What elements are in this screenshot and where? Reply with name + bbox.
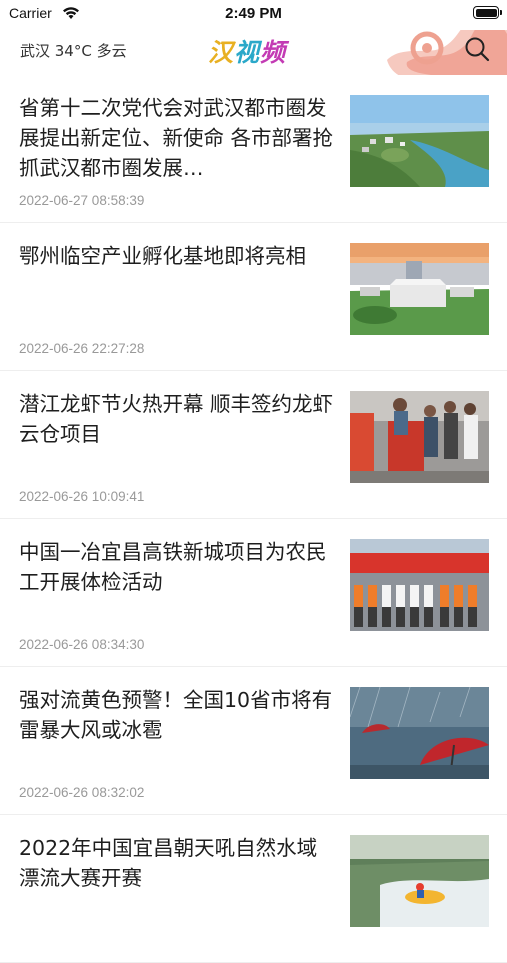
news-thumbnail[interactable] — [350, 687, 489, 779]
news-title[interactable]: 2022年中国宜昌朝天吼自然水域漂流大赛开赛 — [19, 833, 337, 893]
news-thumbnail[interactable] — [350, 835, 489, 927]
logo-char: 视 — [234, 38, 261, 67]
news-item[interactable]: 中国一冶宜昌高铁新城项目为农民工开展体检活动 2022-06-26 08:34:… — [0, 519, 507, 667]
news-item[interactable]: 省第十二次党代会对武汉都市圈发展提出新定位、新使命 各市部署抢抓武汉都市圈发展…… — [0, 75, 507, 223]
news-title[interactable]: 鄂州临空产业孵化基地即将亮相 — [19, 241, 337, 271]
aerial-city-image — [350, 95, 489, 187]
news-title[interactable]: 中国一冶宜昌高铁新城项目为农民工开展体检活动 — [19, 537, 337, 597]
news-timestamp: 2022-06-26 08:32:02 — [19, 785, 145, 800]
news-thumbnail[interactable] — [350, 95, 489, 187]
news-item[interactable]: 强对流黄色预警！全国10省市将有雷暴大风或冰雹 2022-06-26 08:32… — [0, 667, 507, 815]
rafting-image — [350, 835, 489, 927]
news-timestamp: 2022-06-27 08:58:39 — [19, 193, 145, 208]
search-icon[interactable] — [463, 35, 491, 63]
weather-info[interactable]: 武汉 34°C 多云 — [20, 40, 127, 61]
battery-icon — [473, 6, 502, 19]
news-timestamp: 2022-06-26 08:34:30 — [19, 637, 145, 652]
news-title[interactable]: 潜江龙虾节火热开幕 顺丰签约龙虾云仓项目 — [19, 389, 337, 449]
news-timestamp: 2022-06-26 10:09:41 — [19, 489, 145, 504]
crayfish-festival-image — [350, 391, 489, 483]
logo-char: 频 — [260, 38, 287, 67]
news-item[interactable]: 2022年中国宜昌朝天吼自然水域漂流大赛开赛 — [0, 815, 507, 963]
news-thumbnail[interactable] — [350, 391, 489, 483]
news-title[interactable]: 省第十二次党代会对武汉都市圈发展提出新定位、新使命 各市部署抢抓武汉都市圈发展… — [19, 93, 337, 183]
news-item[interactable]: 鄂州临空产业孵化基地即将亮相 2022-06-26 22:27:28 — [0, 223, 507, 371]
logo-char: 汉 — [208, 38, 235, 67]
workers-group-image — [350, 539, 489, 631]
news-thumbnail[interactable] — [350, 539, 489, 631]
news-item[interactable]: 潜江龙虾节火热开幕 顺丰签约龙虾云仓项目 2022-06-26 10:09:41 — [0, 371, 507, 519]
news-title[interactable]: 强对流黄色预警！全国10省市将有雷暴大风或冰雹 — [19, 685, 337, 745]
news-timestamp: 2022-06-26 22:27:28 — [19, 341, 145, 356]
industrial-building-image — [350, 243, 489, 335]
app-header: 武汉 34°C 多云 汉视频 — [0, 30, 507, 75]
status-bar: Carrier 2:49 PM — [0, 0, 507, 30]
news-thumbnail[interactable] — [350, 243, 489, 335]
news-list: 省第十二次党代会对武汉都市圈发展提出新定位、新使命 各市部署抢抓武汉都市圈发展…… — [0, 75, 507, 963]
app-logo: 汉视频 — [208, 33, 286, 69]
clock: 2:49 PM — [225, 5, 282, 22]
storm-umbrella-image — [350, 687, 489, 779]
